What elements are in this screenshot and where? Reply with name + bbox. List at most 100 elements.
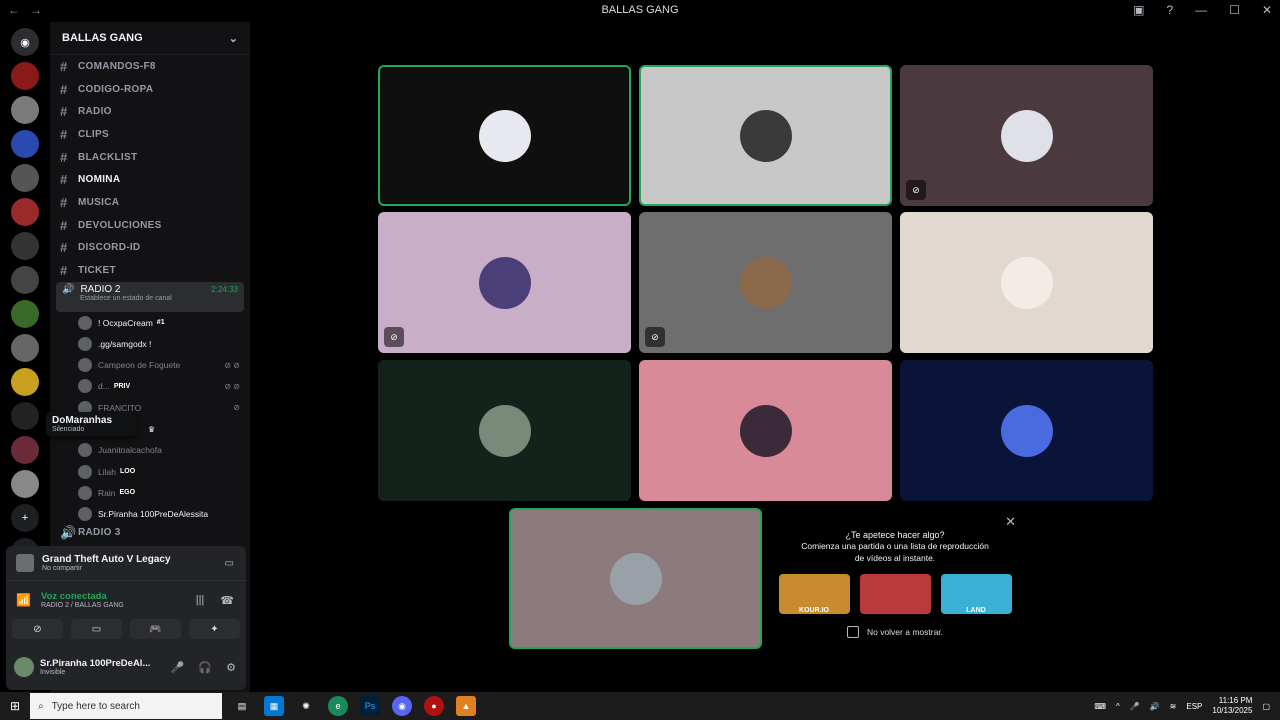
signal-icon[interactable]: 📶 [16, 593, 31, 607]
channel-item[interactable]: # TICKET [50, 259, 250, 282]
avatar [739, 404, 792, 457]
voice-member[interactable]: ! OcxpaCream #1 [50, 312, 250, 333]
maximize-icon[interactable]: ☐ [1229, 3, 1240, 17]
video-tile[interactable] [639, 360, 892, 501]
channel-item[interactable]: # CLIPS [50, 123, 250, 146]
notification-icon[interactable]: ▢ [1262, 702, 1270, 711]
keyboard-icon[interactable]: ⌨ [1094, 702, 1106, 711]
app-icon[interactable]: ▲ [456, 696, 476, 716]
voice-channel-item[interactable]: 🔊 RADIO 3 [50, 525, 250, 541]
member-tag: #1 [156, 319, 165, 327]
chevron-down-icon[interactable]: ⌄ [229, 32, 238, 45]
wifi-icon[interactable]: ≋ [1170, 702, 1177, 711]
server-icon[interactable] [11, 402, 39, 430]
volume-icon[interactable]: 🔊 [1150, 702, 1160, 711]
add-server-icon[interactable]: + [11, 504, 39, 532]
discord-icon[interactable]: ◉ [392, 696, 412, 716]
taskbar-search[interactable]: ⌕ Type here to search [30, 693, 222, 719]
hash-icon: # [60, 194, 68, 210]
channel-item[interactable]: # DEVOLUCIONES [50, 214, 250, 237]
server-icon[interactable] [11, 470, 39, 498]
video-tile[interactable] [639, 65, 892, 206]
avatar[interactable] [14, 657, 34, 677]
server-icon[interactable] [11, 334, 39, 362]
gear-icon[interactable]: ⚙ [226, 661, 236, 674]
edge-icon[interactable]: e [328, 696, 348, 716]
server-icon[interactable] [11, 232, 39, 260]
task-view-icon[interactable]: ▤ [232, 696, 252, 716]
close-icon[interactable]: ✕ [1005, 514, 1016, 530]
video-tile[interactable]: ⊘ [639, 212, 892, 353]
server-icon[interactable] [11, 266, 39, 294]
close-icon[interactable]: ✕ [1262, 3, 1272, 17]
language-indicator[interactable]: ESP [1186, 702, 1202, 711]
video-tile[interactable] [900, 212, 1153, 353]
voice-member[interactable]: Lilah LOO [50, 461, 250, 482]
server-icon[interactable] [11, 198, 39, 226]
voice-member[interactable]: .gg/samgodx ! [50, 333, 250, 354]
screen-share-icon[interactable]: ▭ [225, 558, 234, 569]
avatar [78, 379, 92, 394]
video-tile[interactable]: ⊘ [900, 65, 1153, 206]
video-tile[interactable]: ⊘ [378, 212, 631, 353]
channel-item[interactable]: # COMANDOS-F8 [50, 55, 250, 78]
chevron-up-icon[interactable]: ^ [1116, 702, 1120, 711]
channel-item[interactable]: # RADIO [50, 100, 250, 123]
soundboard-button[interactable]: ✦ [189, 619, 240, 639]
channel-item[interactable]: # CODIGO-ROPA [50, 78, 250, 101]
voice-member[interactable]: Campeon de Foguete ⊘ ⊘ [50, 354, 250, 375]
game-card[interactable]: LAND [940, 574, 1012, 614]
screen-share-button[interactable]: ▭ [71, 619, 122, 639]
channel-item[interactable]: # BLACKLIST [50, 146, 250, 169]
clock[interactable]: 11:16 PM 10/13/2025 [1212, 696, 1252, 716]
video-tile[interactable] [378, 65, 631, 206]
channel-item[interactable]: # NOMINA [50, 168, 250, 191]
inbox-icon[interactable]: ▣ [1133, 3, 1144, 17]
voice-member[interactable]: Sr.Piranha 100PreDeAlessita [50, 504, 250, 525]
video-off-button[interactable]: ⊘ [12, 619, 63, 639]
disconnect-icon[interactable]: ☎ [220, 594, 234, 607]
server-icon[interactable] [11, 300, 39, 328]
avatar [609, 552, 662, 605]
headphones-icon[interactable]: 🎧 [198, 661, 212, 674]
voice-member[interactable]: d... PRIV ⊘ ⊘ [50, 376, 250, 397]
microphone-icon[interactable]: 🎤 [1130, 702, 1140, 711]
server-icon[interactable] [11, 96, 39, 124]
speaker-icon: 🔊 [62, 283, 75, 295]
noise-suppression-icon[interactable]: ||| [196, 594, 205, 607]
game-card[interactable]: KOUR.IO [778, 574, 850, 614]
app-icon[interactable]: ● [424, 696, 444, 716]
server-icon[interactable] [11, 164, 39, 192]
voice-channel-active[interactable]: 🔊 RADIO 2 2:24:33 Establece un estado de c… [56, 281, 244, 312]
minimize-icon[interactable]: — [1195, 3, 1207, 17]
checkbox[interactable] [846, 626, 859, 638]
server-icon[interactable] [11, 62, 39, 90]
server-icon[interactable] [11, 436, 39, 464]
photoshop-icon[interactable]: Ps [360, 696, 380, 716]
game-card[interactable] [859, 574, 931, 614]
activity-row[interactable]: Grand Theft Auto V Legacy No compartir ▭ [6, 546, 246, 581]
microphone-icon[interactable]: 🎤 [171, 661, 185, 674]
help-icon[interactable]: ? [1166, 3, 1173, 17]
windows-start-icon[interactable]: ⊞ [0, 699, 30, 713]
hash-icon: # [60, 81, 68, 97]
video-tile[interactable] [509, 508, 762, 649]
window-controls: ▣ ? — ☐ ✕ [1133, 3, 1272, 17]
user-bar: Sr.Piranha 100PreDeAl... Invisible 🎤 🎧 ⚙ [6, 647, 246, 687]
member-tag: EGO [119, 489, 136, 497]
video-tile[interactable] [900, 360, 1153, 501]
activities-button[interactable]: 🎮 [130, 619, 181, 639]
channel-item[interactable]: # MUSICA [50, 191, 250, 214]
server-header[interactable]: BALLAS GANG ⌄ [50, 22, 250, 55]
chatgpt-icon[interactable]: ✺ [296, 696, 316, 716]
store-icon[interactable]: ▦ [264, 696, 284, 716]
discord-home-icon[interactable]: ◉ [11, 28, 39, 56]
channel-item[interactable]: # DISCORD-ID [50, 237, 250, 260]
dont-show-again[interactable]: No volver a mostrar. [768, 626, 1022, 638]
voice-member[interactable]: Juanitoalcachofa [50, 440, 250, 461]
server-icon[interactable] [11, 368, 39, 396]
voice-member[interactable]: Rain EGO [50, 482, 250, 503]
server-icon[interactable] [11, 130, 39, 158]
video-tile[interactable] [378, 360, 631, 501]
channel-status[interactable]: Establece un estado de canal [80, 295, 238, 302]
